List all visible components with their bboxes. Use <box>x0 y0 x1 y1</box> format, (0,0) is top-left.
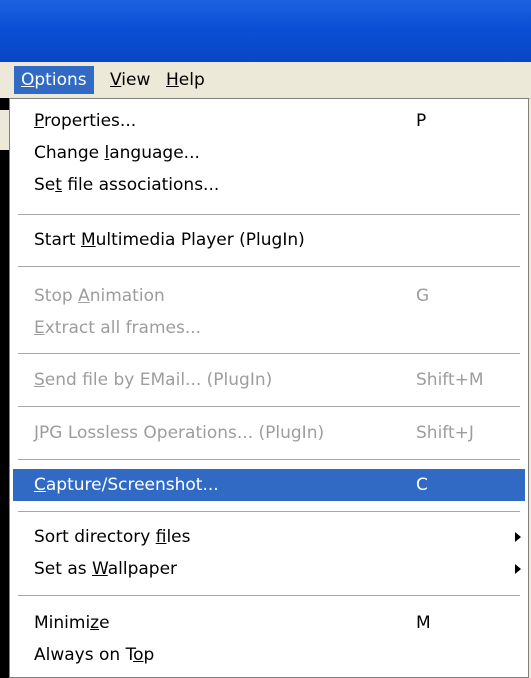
menu-item-always-on-top[interactable]: Always on Top <box>13 639 525 671</box>
menu-item-shortcut: G <box>416 286 430 306</box>
menu-view[interactable]: View <box>103 66 157 94</box>
menu-item-capture-screenshot[interactable]: Capture/Screenshot... C <box>13 469 525 501</box>
title-bar <box>0 0 531 62</box>
menu-item-shortcut: C <box>416 475 428 495</box>
menu-separator <box>18 511 520 512</box>
menu-separator <box>18 459 520 460</box>
menu-item-jpg-lossless-operations[interactable]: JPG Lossless Operations... (PlugIn) Shif… <box>13 417 525 449</box>
menu-separator <box>18 595 520 596</box>
menu-item-extract-all-frames[interactable]: Extract all frames... <box>13 312 525 344</box>
menu-item-label: Extract all frames... <box>34 318 202 338</box>
menu-item-label: Start Multimedia Player (PlugIn) <box>34 230 305 250</box>
menu-item-shortcut: Shift+J <box>416 423 474 443</box>
menu-item-label: Set as Wallpaper <box>34 559 178 579</box>
menu-item-set-file-associations[interactable]: Set file associations... <box>13 169 525 201</box>
menu-item-label: Set file associations... <box>34 175 220 195</box>
menu-item-label: Minimize <box>34 613 110 633</box>
menu-item-send-file-by-email[interactable]: Send file by EMail... (PlugIn) Shift+M <box>13 364 525 396</box>
menu-item-stop-animation[interactable]: Stop Animation G <box>13 280 525 312</box>
menu-item-label: Properties... <box>34 111 137 131</box>
menu-item-label: Change language... <box>34 143 200 163</box>
menu-item-set-as-wallpaper[interactable]: Set as Wallpaper <box>13 553 525 585</box>
options-dropdown-menu: Properties... P Change language... Set f… <box>9 98 529 678</box>
menu-item-label: Sort directory files <box>34 527 191 547</box>
window-edge <box>0 98 10 678</box>
menu-bar: Options View Help <box>0 62 531 99</box>
menu-item-shortcut: Shift+M <box>416 370 484 390</box>
submenu-arrow-icon <box>515 532 521 542</box>
menu-item-change-language[interactable]: Change language... <box>13 137 525 169</box>
menu-separator <box>18 214 520 215</box>
menu-help[interactable]: Help <box>159 66 212 94</box>
menu-item-label: Always on Top <box>34 645 155 665</box>
menu-item-shortcut: P <box>416 111 427 131</box>
menu-separator <box>18 406 520 407</box>
menu-item-label: Send file by EMail... (PlugIn) <box>34 370 273 390</box>
menu-separator <box>18 353 520 354</box>
menu-item-label: JPG Lossless Operations... (PlugIn) <box>34 423 325 443</box>
menu-item-label: Capture/Screenshot... <box>34 475 219 495</box>
menu-item-start-multimedia-player[interactable]: Start Multimedia Player (PlugIn) <box>13 224 525 256</box>
menu-item-sort-directory-files[interactable]: Sort directory files <box>13 521 525 553</box>
menu-item-properties[interactable]: Properties... P <box>13 105 525 137</box>
submenu-arrow-icon <box>515 564 521 574</box>
menu-separator <box>18 266 520 267</box>
menu-options[interactable]: Options <box>14 66 94 94</box>
menu-item-shortcut: M <box>416 613 431 633</box>
menu-item-label: Stop Animation <box>34 286 165 306</box>
menu-item-minimize[interactable]: Minimize M <box>13 607 525 639</box>
